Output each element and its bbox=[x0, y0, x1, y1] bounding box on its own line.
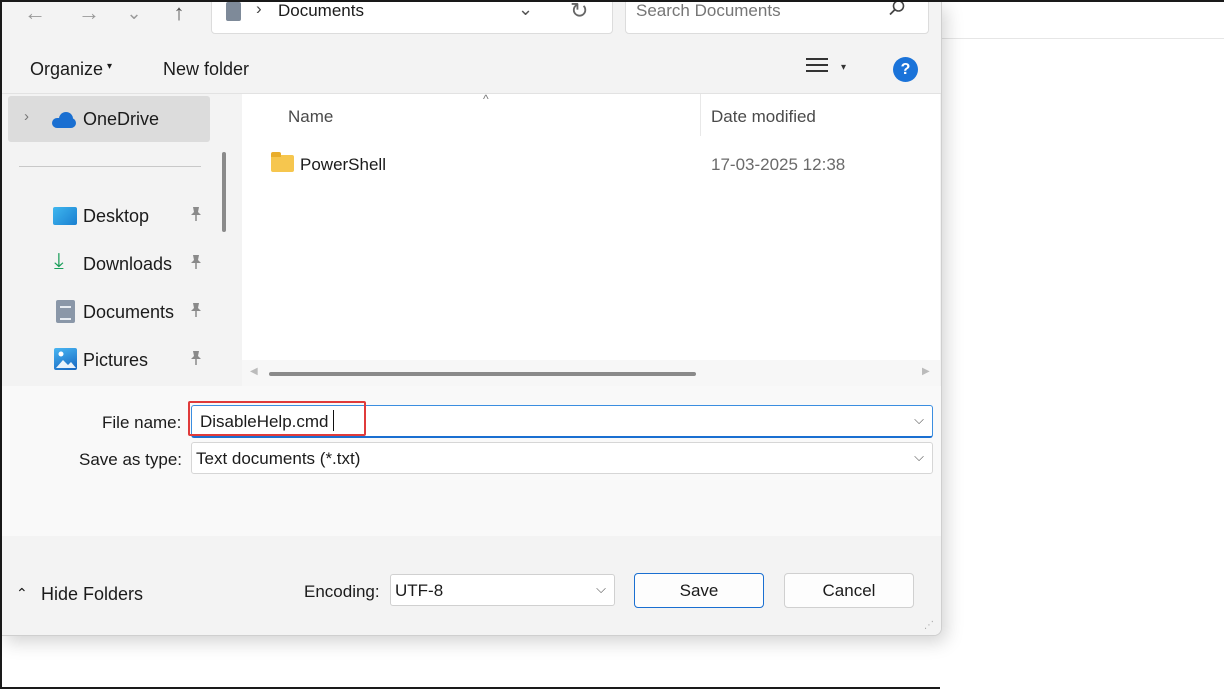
breadcrumb-separator-icon: › bbox=[256, 2, 262, 18]
new-folder-button[interactable]: New folder bbox=[163, 59, 249, 80]
refresh-icon[interactable]: ↻ bbox=[570, 2, 588, 24]
background-app-window bbox=[940, 2, 1224, 689]
encoding-value: UTF-8 bbox=[395, 581, 444, 600]
forward-button[interactable]: → bbox=[74, 2, 104, 26]
organize-caret-icon: ▾ bbox=[107, 61, 113, 72]
date-modified-cell: 17-03-2025 12:38 bbox=[711, 155, 846, 174]
save-as-type-select[interactable]: Text documents (*.txt) ⌵ bbox=[191, 442, 933, 474]
recent-locations-button[interactable]: ⌄ bbox=[119, 2, 149, 26]
column-divider[interactable] bbox=[700, 94, 701, 136]
horizontal-scrollbar[interactable]: ◀ ▶ bbox=[242, 360, 940, 386]
sidebar-item-pictures[interactable]: Pictures bbox=[2, 340, 212, 380]
search-placeholder: Search Documents bbox=[636, 2, 781, 20]
scroll-right-icon[interactable]: ▶ bbox=[922, 366, 930, 377]
sidebar-item-documents[interactable]: Documents bbox=[2, 292, 212, 332]
download-arrow-icon: ⤓ bbox=[54, 248, 64, 273]
desktop-icon bbox=[53, 207, 77, 225]
annotation-highlight-box bbox=[188, 401, 366, 436]
save-button[interactable]: Save bbox=[634, 573, 764, 608]
sidebar-item-label: Desktop bbox=[83, 206, 150, 226]
up-button[interactable]: ↑ bbox=[164, 2, 194, 26]
background-app-divider bbox=[940, 38, 1224, 39]
resize-grip-icon[interactable]: ⋰ bbox=[924, 620, 934, 631]
sidebar-item-label: Documents bbox=[83, 302, 175, 322]
command-bar: Organize ▾ New folder ▾ ? bbox=[2, 46, 941, 94]
pictures-icon bbox=[54, 348, 77, 370]
expand-chevron-icon[interactable]: › bbox=[24, 108, 29, 125]
pin-icon bbox=[189, 254, 203, 274]
address-dropdown-icon[interactable]: ⌄ bbox=[518, 2, 533, 20]
file-name-cell: PowerShell bbox=[300, 155, 386, 174]
back-arrow-icon: ← bbox=[24, 2, 46, 25]
chevron-down-icon[interactable]: ⌵ bbox=[914, 412, 924, 428]
search-input[interactable]: Search Documents bbox=[625, 2, 929, 34]
file-name-label: File name: bbox=[102, 413, 182, 432]
view-caret-icon[interactable]: ▾ bbox=[841, 62, 846, 73]
address-bar[interactable]: › Documents ⌄ ↻ bbox=[211, 2, 613, 34]
sidebar-item-label: Pictures bbox=[83, 350, 149, 370]
hide-folders-button[interactable]: Hide Folders bbox=[41, 584, 143, 605]
pin-icon bbox=[189, 206, 203, 226]
file-list: ^ Name Date modified PowerShell 17-03-20… bbox=[242, 92, 940, 386]
cancel-button[interactable]: Cancel bbox=[784, 573, 914, 608]
help-button[interactable]: ? bbox=[893, 57, 918, 82]
sidebar-item-onedrive[interactable]: › OneDrive bbox=[8, 96, 210, 142]
save-as-dialog: ← → ⌄ ↑ › Documents ⌄ ↻ Search Documents… bbox=[2, 2, 942, 636]
encoding-label: Encoding: bbox=[304, 582, 380, 601]
sidebar-item-desktop[interactable]: Desktop bbox=[2, 196, 212, 236]
save-form: File name: DisableHelp.cmd ⌵ Save as typ… bbox=[2, 386, 941, 536]
documents-icon bbox=[226, 2, 241, 21]
view-options-icon[interactable] bbox=[806, 58, 828, 78]
encoding-select[interactable]: UTF-8 ⌵ bbox=[390, 574, 615, 606]
nav-divider bbox=[19, 166, 201, 167]
column-header-name[interactable]: Name bbox=[288, 107, 333, 127]
cloud-icon bbox=[52, 112, 80, 128]
documents-icon bbox=[56, 300, 75, 323]
sort-ascending-icon: ^ bbox=[483, 92, 489, 106]
save-as-type-label: Save as type: bbox=[79, 450, 183, 469]
search-icon[interactable] bbox=[888, 2, 906, 22]
back-button[interactable]: ← bbox=[20, 2, 50, 26]
chevron-down-icon[interactable]: ⌵ bbox=[914, 449, 924, 465]
breadcrumb-documents[interactable]: Documents bbox=[278, 2, 364, 21]
chevron-down-icon: ⌄ bbox=[126, 2, 142, 23]
save-as-type-value: Text documents (*.txt) bbox=[196, 449, 361, 468]
sidebar-item-label: OneDrive bbox=[83, 109, 160, 129]
forward-arrow-icon: → bbox=[78, 2, 100, 25]
chevron-down-icon[interactable]: ⌵ bbox=[596, 581, 606, 597]
organize-button[interactable]: Organize bbox=[30, 59, 103, 80]
chevron-up-icon[interactable]: ⌃ bbox=[16, 585, 28, 602]
dialog-footer: ⌃ Hide Folders Encoding: UTF-8 ⌵ Save Ca… bbox=[2, 536, 941, 635]
folder-icon bbox=[271, 152, 294, 172]
up-arrow-icon: ↑ bbox=[173, 2, 185, 25]
address-row: ← → ⌄ ↑ › Documents ⌄ ↻ Search Documents bbox=[2, 2, 941, 46]
column-header-date-modified[interactable]: Date modified bbox=[711, 107, 816, 127]
sidebar-item-downloads[interactable]: ⤓ Downloads bbox=[2, 244, 212, 284]
pin-icon bbox=[189, 302, 203, 322]
scrollbar-thumb[interactable] bbox=[269, 372, 696, 376]
table-row[interactable]: PowerShell 17-03-2025 12:38 bbox=[242, 144, 940, 184]
navigation-pane: › OneDrive Desktop ⤓ Downloads Documents… bbox=[2, 94, 236, 386]
scroll-left-icon[interactable]: ◀ bbox=[250, 366, 258, 377]
sidebar-item-label: Downloads bbox=[83, 254, 173, 274]
nav-scrollbar[interactable] bbox=[222, 152, 226, 232]
pin-icon bbox=[189, 350, 203, 370]
